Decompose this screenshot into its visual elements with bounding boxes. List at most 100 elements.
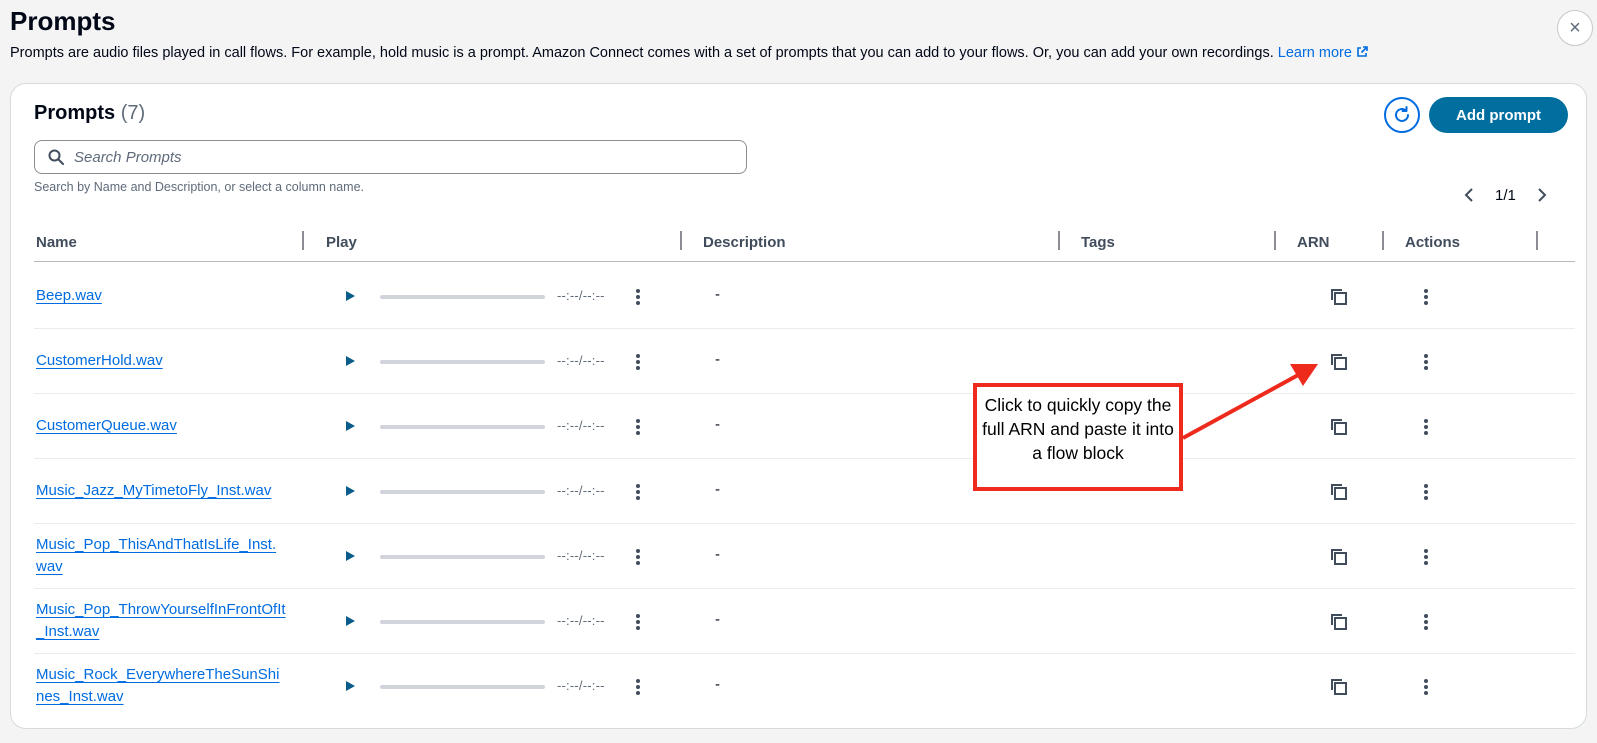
player-options-button[interactable] [631, 611, 645, 633]
prev-page-button[interactable] [1459, 185, 1479, 205]
playback-progress-track[interactable] [380, 685, 545, 689]
play-icon[interactable] [343, 614, 357, 628]
column-header-play[interactable]: Play [326, 234, 357, 251]
search-hint: Search by Name and Description, or selec… [34, 180, 365, 194]
refresh-icon [1395, 106, 1409, 122]
playback-time: --:--/--:-- [557, 678, 605, 693]
play-icon[interactable] [343, 354, 357, 368]
learn-more-link[interactable]: Learn more [1278, 45, 1368, 61]
row-actions-button[interactable] [1419, 351, 1433, 373]
table-row: Music_Jazz_MyTimetoFly_Inst.wav --:--/--… [34, 459, 1575, 524]
prompt-count: (7) [120, 102, 146, 124]
player-options-button[interactable] [631, 351, 645, 373]
column-resizer[interactable] [1382, 231, 1384, 250]
playback-time: --:--/--:-- [557, 418, 605, 433]
playback-time: --:--/--:-- [557, 613, 605, 628]
row-actions-button[interactable] [1419, 676, 1433, 698]
prompt-description: - [715, 611, 720, 628]
column-resizer[interactable] [1536, 231, 1538, 250]
copy-arn-icon[interactable] [1329, 547, 1349, 567]
next-page-button[interactable] [1532, 185, 1552, 205]
playback-time: --:--/--:-- [557, 483, 605, 498]
add-prompt-button[interactable]: Add prompt [1429, 97, 1568, 133]
chevron-right-icon [1538, 188, 1547, 202]
search-box [34, 140, 747, 174]
close-button[interactable]: × [1557, 10, 1593, 46]
playback-progress-track[interactable] [380, 360, 545, 364]
table-row: Music_Pop_ThisAndThatIsLife_Inst.wav --:… [34, 524, 1575, 589]
table-row: Music_Pop_ThrowYourselfInFrontOfIt_Inst.… [34, 589, 1575, 654]
row-actions-button[interactable] [1419, 286, 1433, 308]
column-header-arn[interactable]: ARN [1297, 234, 1330, 251]
panel-title: Prompts (7) [34, 102, 145, 125]
prompt-name-link[interactable]: Beep.wav [36, 285, 286, 307]
player-options-button[interactable] [631, 416, 645, 438]
prompt-name-link[interactable]: CustomerHold.wav [36, 350, 286, 372]
column-resizer[interactable] [680, 231, 682, 250]
playback-progress-track[interactable] [380, 620, 545, 624]
search-icon [48, 149, 64, 165]
playback-progress-track[interactable] [380, 555, 545, 559]
column-header-description[interactable]: Description [703, 234, 786, 251]
table-row: Beep.wav --:--/--:-- - [34, 264, 1575, 329]
row-actions-button[interactable] [1419, 416, 1433, 438]
row-actions-button[interactable] [1419, 481, 1433, 503]
prompt-name-link[interactable]: Music_Pop_ThrowYourselfInFrontOfIt_Inst.… [36, 599, 286, 643]
column-header-tags[interactable]: Tags [1081, 234, 1115, 251]
player-options-button[interactable] [631, 546, 645, 568]
playback-time: --:--/--:-- [557, 548, 605, 563]
prompt-description: - [715, 676, 720, 693]
player-options-button[interactable] [631, 481, 645, 503]
column-header-actions[interactable]: Actions [1405, 234, 1460, 251]
playback-progress-track[interactable] [380, 490, 545, 494]
close-icon: × [1569, 16, 1581, 39]
playback-time: --:--/--:-- [557, 288, 605, 303]
copy-arn-icon[interactable] [1329, 677, 1349, 697]
column-resizer[interactable] [302, 231, 304, 250]
external-link-icon [1357, 46, 1368, 57]
search-input[interactable] [74, 148, 714, 166]
prompt-description: - [715, 481, 720, 498]
table-row: CustomerQueue.wav --:--/--:-- - [34, 394, 1575, 459]
table-row: Music_Rock_EverywhereTheSunShines_Inst.w… [34, 654, 1575, 719]
row-actions-button[interactable] [1419, 611, 1433, 633]
pagination: 1/1 [1459, 185, 1552, 205]
copy-arn-icon[interactable] [1329, 287, 1349, 307]
playback-time: --:--/--:-- [557, 353, 605, 368]
play-icon[interactable] [343, 549, 357, 563]
play-icon[interactable] [343, 289, 357, 303]
copy-arn-icon[interactable] [1329, 482, 1349, 502]
play-icon[interactable] [343, 419, 357, 433]
prompt-name-link[interactable]: Music_Jazz_MyTimetoFly_Inst.wav [36, 480, 286, 502]
prompt-description: - [715, 286, 720, 303]
player-options-button[interactable] [631, 676, 645, 698]
column-resizer[interactable] [1058, 231, 1060, 250]
prompt-name-link[interactable]: Music_Rock_EverywhereTheSunShines_Inst.w… [36, 664, 286, 708]
refresh-button[interactable] [1384, 97, 1420, 133]
play-icon[interactable] [343, 484, 357, 498]
description-text: Prompts are audio files played in call f… [10, 45, 1274, 61]
copy-arn-icon[interactable] [1329, 352, 1349, 372]
prompt-description: - [715, 546, 720, 563]
table-header: Name Play Description Tags ARN Actions [34, 229, 1575, 262]
chevron-left-icon [1464, 188, 1473, 202]
panel-title-text: Prompts [34, 102, 116, 124]
player-options-button[interactable] [631, 286, 645, 308]
page-title: Prompts [10, 6, 116, 36]
prompts-panel: Prompts (7) Add prompt Search by Name an… [10, 83, 1587, 729]
prompt-description: - [715, 416, 720, 433]
prompt-description: - [715, 351, 720, 368]
column-header-name[interactable]: Name [36, 234, 77, 251]
playback-progress-track[interactable] [380, 425, 545, 429]
play-icon[interactable] [343, 679, 357, 693]
copy-arn-icon[interactable] [1329, 612, 1349, 632]
column-resizer[interactable] [1274, 231, 1276, 250]
prompt-name-link[interactable]: Music_Pop_ThisAndThatIsLife_Inst.wav [36, 534, 286, 578]
page-indicator: 1/1 [1495, 186, 1516, 204]
prompt-name-link[interactable]: CustomerQueue.wav [36, 415, 286, 437]
page-description: Prompts are audio files played in call f… [10, 45, 1368, 61]
playback-progress-track[interactable] [380, 295, 545, 299]
row-actions-button[interactable] [1419, 546, 1433, 568]
annotation-callout: Click to quickly copy the full ARN and p… [973, 383, 1183, 491]
copy-arn-icon[interactable] [1329, 417, 1349, 437]
